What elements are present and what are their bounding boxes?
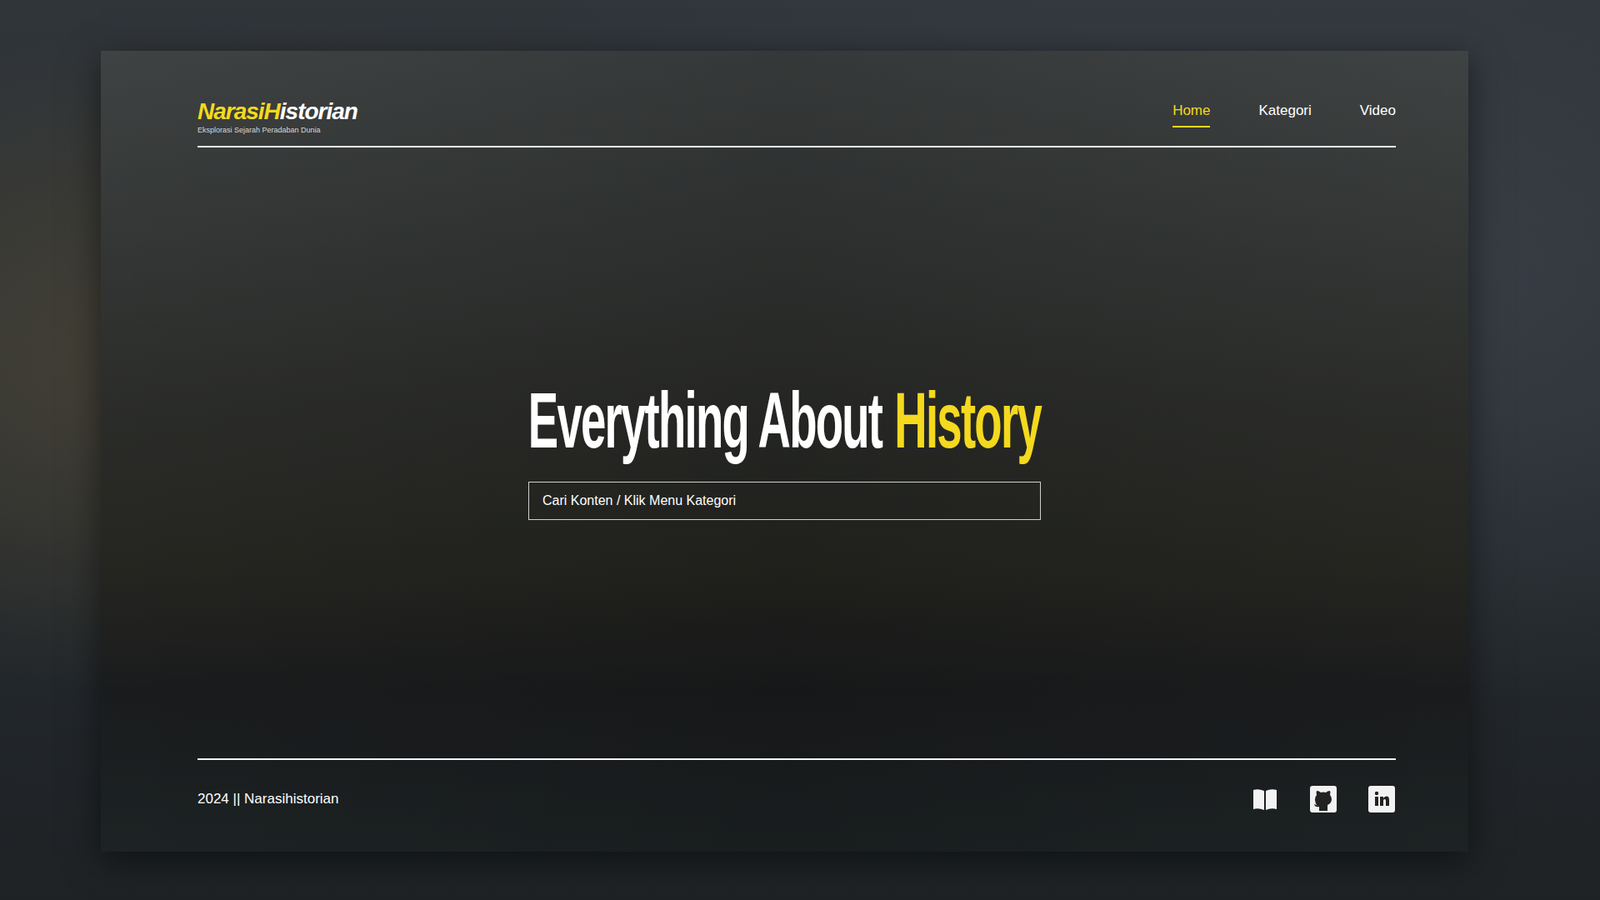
- logo-part: NarasiH: [197, 98, 280, 125]
- nav-item[interactable]: Home: [1172, 102, 1210, 128]
- search-input[interactable]: [528, 481, 1041, 520]
- hero-title: Everything AboutHistory: [528, 377, 1041, 464]
- hero-title-part: History: [894, 377, 1041, 464]
- logo-part: istorian: [280, 98, 358, 125]
- book-icon[interactable]: [1250, 785, 1280, 814]
- social-links: [1250, 785, 1396, 814]
- nav-item[interactable]: Video: [1360, 102, 1396, 128]
- landing-page: NarasiHistorianEksplorasi Sejarah Perada…: [100, 50, 1469, 852]
- linkedin-icon[interactable]: [1367, 785, 1396, 814]
- logo-tagline: Eksplorasi Sejarah Peradaban Dunia: [197, 125, 358, 135]
- hero-title-part: Everything About: [528, 377, 882, 464]
- site-footer: 2024 || Narasihistorian: [197, 758, 1396, 852]
- nav-item[interactable]: Kategori: [1258, 102, 1311, 128]
- copyright: 2024 || Narasihistorian: [197, 790, 339, 808]
- main-nav: Home Kategori Video: [1172, 99, 1396, 128]
- logo-title: NarasiHistorian: [197, 99, 358, 125]
- page-backdrop: NarasiHistorianEksplorasi Sejarah Perada…: [0, 0, 1600, 900]
- site-logo[interactable]: NarasiHistorianEksplorasi Sejarah Perada…: [197, 99, 358, 135]
- hero: Everything AboutHistory: [100, 147, 1469, 759]
- github-icon[interactable]: [1309, 785, 1338, 814]
- site-header: NarasiHistorianEksplorasi Sejarah Perada…: [197, 50, 1396, 148]
